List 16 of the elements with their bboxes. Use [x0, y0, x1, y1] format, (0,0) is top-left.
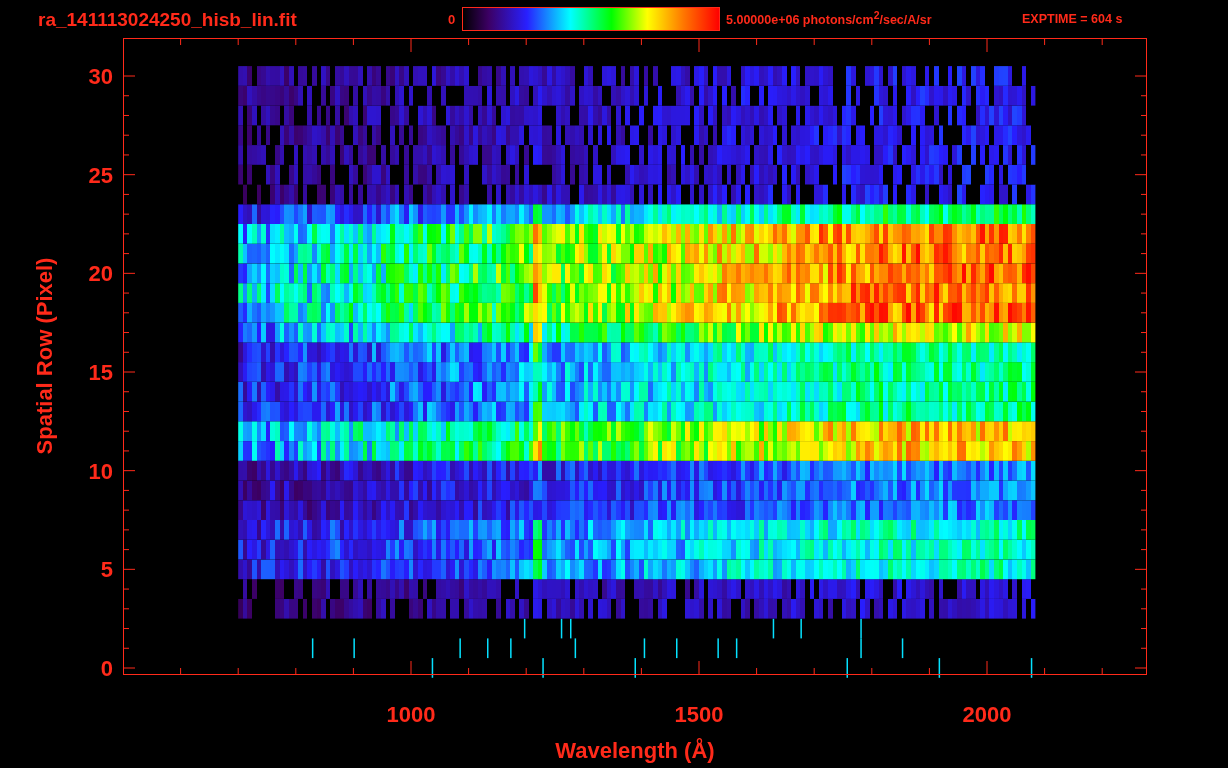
plot-title: ra_141113024250_hisb_lin.fit: [38, 9, 298, 29]
y-tick-label: 30: [88, 64, 113, 89]
y-tick-label: 10: [88, 458, 113, 484]
x-tick-label: 1000: [386, 702, 436, 727]
y-tick-label: 0: [100, 656, 113, 681]
y-axis-title: Spatial Row (Pixel): [32, 257, 57, 455]
colorbar-min-label: 0: [448, 11, 457, 27]
y-tick-label: 15: [88, 360, 113, 385]
y-tick-label: 25: [88, 162, 113, 188]
y-tick-label: 5: [100, 557, 113, 583]
x-tick-label: 2000: [962, 702, 1012, 727]
x-tick-label: 1500: [674, 702, 724, 727]
x-axis-title: Wavelength (Å): [555, 738, 715, 763]
exposure-time-label: EXPTIME = 604 s: [1022, 12, 1123, 26]
y-tick-label: 20: [88, 261, 113, 287]
colorbar-max-label: 5.00000e+06 photons/cm$^{2}$/sec/A/sr: [726, 10, 933, 28]
